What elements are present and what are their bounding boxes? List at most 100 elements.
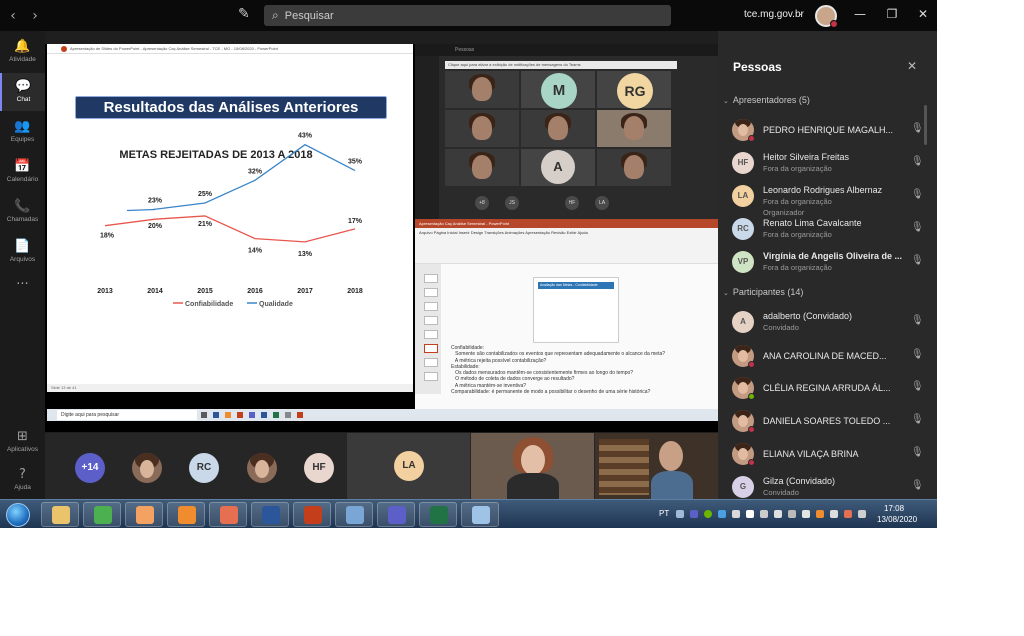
participant-video[interactable] [595, 433, 718, 499]
user-icon[interactable] [788, 510, 796, 518]
video-tile [521, 110, 595, 147]
rail-item-calendário[interactable]: 📅 Calendário [0, 153, 45, 191]
network-icon[interactable] [858, 510, 866, 518]
clock-date[interactable]: 13/08/2020 [877, 515, 917, 524]
teams-icon [388, 506, 406, 524]
people-panel: Pessoas ✕ ⌄ Apresentadores (5) PEDRO HENR… [718, 31, 937, 499]
flag-icon[interactable] [830, 510, 838, 518]
video-body [507, 473, 559, 499]
clock-time[interactable]: 17:08 [884, 504, 904, 513]
participant-video[interactable] [471, 433, 594, 499]
forward-button[interactable]: › [24, 8, 46, 24]
word-taskbar-button[interactable] [251, 502, 289, 527]
mic-off-icon[interactable]: 🎙 [911, 414, 924, 425]
flag-icon[interactable] [732, 510, 740, 518]
status-badge [748, 393, 755, 400]
paint-taskbar-button[interactable] [461, 502, 499, 527]
mic-off-icon[interactable]: 🎙 [911, 447, 924, 458]
bell-icon: 🔔 [14, 39, 31, 54]
powerpoint-taskbar-button[interactable] [293, 502, 331, 527]
presenters-section-header[interactable]: ⌄ Apresentadores (5) [723, 95, 810, 105]
video-body [651, 471, 693, 499]
rail-item-chamadas[interactable]: 📞 Chamadas [0, 193, 45, 231]
rail-item-aplicativos[interactable]: ⊞ Aplicativos [0, 423, 45, 461]
participants-section-header[interactable]: ⌄ Participantes (14) [723, 287, 803, 297]
firefox-taskbar-button[interactable] [209, 502, 247, 527]
teams-tray-icon[interactable] [690, 510, 698, 518]
avatar: A [732, 311, 754, 333]
mic-off-icon[interactable]: 🎙 [911, 480, 924, 491]
person-row[interactable]: CLÉLIA REGINA ARRUDA ÁL... 🎙 [732, 373, 932, 403]
network-taskbar-button[interactable] [335, 502, 373, 527]
start-button[interactable] [6, 503, 30, 527]
antivirus-icon[interactable] [844, 510, 852, 518]
close-button[interactable]: ✕ [914, 7, 932, 21]
volume-icon[interactable] [760, 510, 768, 518]
participant-avatar-rc[interactable]: RC [189, 453, 219, 483]
signal-icon[interactable] [802, 510, 810, 518]
shared-taskbar-app-icon [261, 411, 268, 418]
rail-item-arquivos[interactable]: 📄 Arquivos [0, 233, 45, 271]
person-row[interactable]: RC Renato Lima Cavalcante Fora da organiza… [732, 214, 932, 244]
data-label: 32% [248, 168, 263, 175]
chrome-taskbar-button[interactable] [83, 502, 121, 527]
keyboard-icon[interactable] [676, 510, 684, 518]
excel-taskbar-button[interactable] [419, 502, 457, 527]
person-row[interactable]: DANIELA SOARES TOLEDO ... 🎙 [732, 406, 932, 436]
rail-item-label: Atividade [9, 56, 36, 63]
compose-icon[interactable]: ✎ [238, 6, 250, 22]
mini-app-rail [415, 56, 439, 219]
teams-taskbar-button[interactable] [377, 502, 415, 527]
mic-off-icon[interactable]: 🎙 [911, 123, 924, 134]
person-row[interactable]: VP Virgínia de Angelis Oliveira de ... For… [732, 247, 932, 277]
maximize-button[interactable]: ❐ [883, 7, 901, 21]
org-switcher[interactable]: tce.mg.gov.br [744, 9, 804, 20]
person-row[interactable]: ELIANA VILAÇA BRINA 🎙 [732, 439, 932, 469]
rail-item-ajuda[interactable]: ? Ajuda [0, 461, 45, 499]
person-name: PEDRO HENRIQUE MAGALH... [763, 125, 894, 135]
back-button[interactable]: ‹ [2, 8, 24, 24]
rail-item-equipes[interactable]: 👥 Equipes [0, 113, 45, 151]
close-icon[interactable]: ✕ [907, 59, 917, 73]
person-row[interactable]: PEDRO HENRIQUE MAGALH... 🎙 [732, 115, 932, 145]
rail-item-chat[interactable]: 💬 Chat [0, 73, 45, 111]
participant-photo[interactable] [132, 453, 162, 483]
participant-avatar: M [541, 73, 577, 109]
person-row[interactable]: LA Leonardo Rodrigues Albernaz Fora da org… [732, 181, 932, 217]
rail-item-atividade[interactable]: 🔔 Atividade [0, 33, 45, 71]
settings-taskbar-button[interactable] [167, 502, 205, 527]
explorer-taskbar-button[interactable] [41, 502, 79, 527]
people-scrollbar[interactable] [924, 105, 927, 145]
person-row[interactable]: Aadalberto (Convidado) Convidado 🎙 [732, 307, 932, 337]
participant-photo[interactable] [247, 453, 277, 483]
mic-off-icon[interactable]: 🎙 [911, 381, 924, 392]
language-indicator[interactable]: PT [659, 509, 669, 518]
mic-off-icon[interactable]: 🎙 [911, 222, 924, 233]
x-tick-label: 2017 [297, 288, 313, 295]
alert-icon[interactable] [816, 510, 824, 518]
person-row[interactable]: G Gilza (Convidado) Convidado 🎙 [732, 472, 932, 502]
mic-off-icon[interactable]: 🎙 [911, 315, 924, 326]
rail-item-more[interactable]: ··· [0, 271, 45, 309]
monitor-icon[interactable] [774, 510, 782, 518]
chevron-down-icon[interactable]: ⌄ [797, 8, 805, 18]
participant-avatar-hf[interactable]: HF [304, 453, 334, 483]
network-icon [346, 506, 364, 524]
window-icon[interactable] [746, 510, 754, 518]
x-tick-label: 2014 [147, 288, 163, 295]
person-name: Gilza (Convidado) [763, 476, 836, 486]
mic-off-icon[interactable]: 🎙 [911, 189, 924, 200]
mic-off-icon[interactable]: 🎙 [911, 255, 924, 266]
media-player-taskbar-button[interactable] [125, 502, 163, 527]
data-label: 43% [298, 133, 313, 140]
person-row[interactable]: ANA CAROLINA DE MACED... 🎙 [732, 341, 932, 371]
mic-off-icon[interactable]: 🎙 [911, 349, 924, 360]
person-row[interactable]: HF Heitor Silveira Freitas Fora da organiz… [732, 148, 932, 178]
search-input[interactable]: ⌕ Pesquisar [264, 5, 671, 26]
minimize-button[interactable]: — [851, 7, 869, 21]
cloud-icon[interactable] [718, 510, 726, 518]
overflow-participants[interactable]: +14 [75, 453, 105, 483]
mic-off-icon[interactable]: 🎙 [911, 156, 924, 167]
shield-icon[interactable] [704, 510, 712, 518]
participant-tile-la[interactable]: LA [347, 433, 470, 499]
